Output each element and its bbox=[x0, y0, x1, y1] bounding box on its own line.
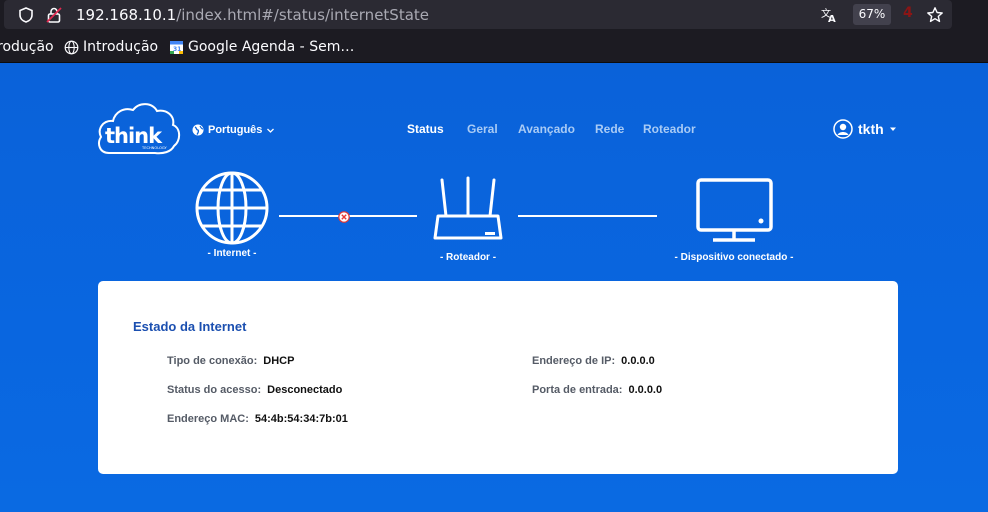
monitor-icon bbox=[696, 178, 773, 242]
router-device-link bbox=[518, 215, 657, 217]
field-label: Endereço MAC: bbox=[167, 413, 249, 425]
field-label: Endereço de IP: bbox=[532, 355, 616, 367]
caret-down-icon bbox=[889, 127, 896, 131]
nav-avancado[interactable]: Avançado bbox=[518, 122, 575, 136]
ip-address-field: Endereço de IP: 0.0.0.0 bbox=[532, 355, 655, 367]
username: tkth bbox=[858, 121, 884, 137]
gateway-field: Porta de entrada: 0.0.0.0 bbox=[532, 384, 662, 396]
url-host: 192.168.10.1 bbox=[76, 6, 177, 24]
svg-text:31: 31 bbox=[173, 46, 181, 53]
field-label: Status do acesso: bbox=[167, 384, 262, 396]
bookmark-item[interactable]: rodução bbox=[0, 39, 54, 55]
globe-icon bbox=[64, 40, 79, 55]
svg-text:think: think bbox=[105, 124, 163, 148]
bookmark-item-google-agenda[interactable]: Google Agenda - Sem… bbox=[188, 39, 354, 55]
zoom-level-button[interactable]: 67% bbox=[853, 4, 891, 25]
router-page: think TECHNOLOGY Português Status Geral … bbox=[0, 63, 988, 512]
internet-globe-icon bbox=[195, 171, 269, 245]
field-value: Desconectado bbox=[267, 384, 343, 396]
internet-status-card: Estado da Internet Tipo de conexão: DHCP … bbox=[98, 281, 898, 474]
bookmark-star-icon[interactable] bbox=[926, 6, 944, 24]
svg-text:TECHNOLOGY: TECHNOLOGY bbox=[141, 146, 168, 150]
language-selector[interactable]: Português bbox=[192, 124, 275, 136]
translate-icon[interactable]: 文 A bbox=[820, 6, 838, 24]
bookmarks-toolbar: rodução Introdução 31 Google Agenda - Se… bbox=[0, 30, 988, 63]
field-value: 54:4b:54:34:7b:01 bbox=[254, 413, 348, 425]
think-logo[interactable]: think TECHNOLOGY bbox=[97, 101, 181, 159]
nav-status[interactable]: Status bbox=[407, 122, 444, 136]
router-label: - Roteador - bbox=[439, 252, 497, 263]
insecure-lock-icon[interactable] bbox=[45, 6, 63, 24]
field-value: 0.0.0.0 bbox=[628, 384, 663, 396]
language-label: Português bbox=[208, 124, 263, 136]
shield-icon[interactable] bbox=[17, 6, 35, 24]
nav-geral[interactable]: Geral bbox=[467, 122, 498, 136]
field-value: 0.0.0.0 bbox=[621, 355, 655, 367]
globe-icon bbox=[192, 124, 204, 136]
internet-label: - Internet - bbox=[207, 248, 257, 259]
chevron-down-icon bbox=[267, 128, 275, 133]
bookmark-item-introducao[interactable]: Introdução bbox=[83, 39, 158, 55]
svg-text:A: A bbox=[828, 14, 836, 24]
calendar-icon: 31 bbox=[170, 41, 183, 54]
nav-rede[interactable]: Rede bbox=[595, 122, 624, 136]
connection-type-field: Tipo de conexão: DHCP bbox=[167, 355, 294, 367]
mac-address-field: Endereço MAC: 54:4b:54:34:7b:01 bbox=[167, 413, 348, 425]
disconnected-x-icon bbox=[338, 211, 350, 223]
nav-roteador[interactable]: Roteador bbox=[643, 122, 696, 136]
browser-toolbar: 192.168.10.1/index.html#/status/internet… bbox=[0, 0, 988, 30]
card-title: Estado da Internet bbox=[133, 319, 247, 334]
router-icon bbox=[433, 176, 503, 240]
url-text[interactable]: 192.168.10.1/index.html#/status/internet… bbox=[76, 6, 429, 24]
field-label: Porta de entrada: bbox=[532, 384, 623, 396]
address-bar[interactable]: 192.168.10.1/index.html#/status/internet… bbox=[4, 0, 952, 29]
device-label: - Dispositivo conectado - bbox=[674, 252, 794, 263]
notification-badge[interactable]: 4 bbox=[903, 5, 913, 21]
access-status-field: Status do acesso: Desconectado bbox=[167, 384, 342, 396]
field-value: DHCP bbox=[263, 355, 295, 367]
user-menu[interactable]: tkth bbox=[833, 119, 897, 139]
user-avatar-icon bbox=[833, 119, 853, 139]
field-label: Tipo de conexão: bbox=[167, 355, 258, 367]
url-path: /index.html#/status/internetState bbox=[176, 6, 430, 24]
